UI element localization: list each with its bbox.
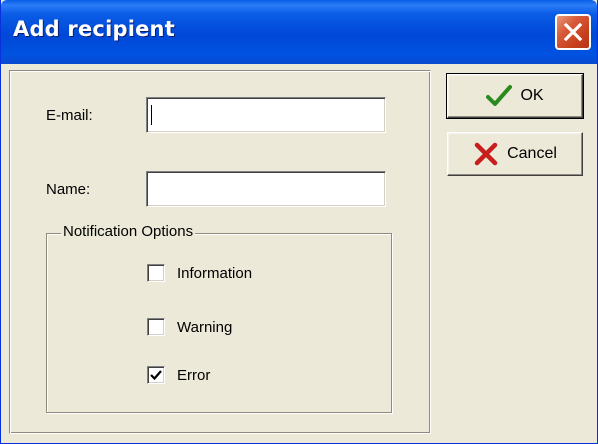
cancel-label: Cancel xyxy=(507,145,557,162)
recipient-panel: E-mail: Name: Notification Options Infor… xyxy=(9,70,431,434)
checkbox-warning[interactable]: Warning xyxy=(147,318,232,336)
ok-button[interactable]: OK xyxy=(446,73,584,119)
check-mark-icon xyxy=(150,370,162,381)
cancel-button[interactable]: Cancel xyxy=(447,132,583,176)
window-title: Add recipient xyxy=(13,17,175,41)
ok-label: OK xyxy=(520,87,544,104)
checkmark-icon xyxy=(486,85,513,106)
title-bar[interactable]: Add recipient xyxy=(1,0,597,64)
checkbox-error[interactable]: Error xyxy=(147,366,210,384)
text-caret xyxy=(151,105,152,125)
name-label: Name: xyxy=(46,181,91,198)
notification-options-group: Notification Options Information Warning xyxy=(46,223,392,413)
email-field[interactable] xyxy=(146,97,386,133)
checkbox-label: Warning xyxy=(177,318,233,336)
checkbox-information[interactable]: Information xyxy=(147,264,252,282)
checkbox-label: Information xyxy=(177,264,253,282)
checkbox-box[interactable] xyxy=(147,264,165,282)
email-label: E-mail: xyxy=(46,107,93,124)
name-field[interactable] xyxy=(146,171,386,207)
dialog-body: E-mail: Name: Notification Options Infor… xyxy=(1,64,597,443)
checkbox-box[interactable] xyxy=(147,366,165,384)
checkbox-label: Error xyxy=(177,366,211,384)
dialog-window: Add recipient E-mail: Name: Notification… xyxy=(0,0,598,444)
checkbox-box[interactable] xyxy=(147,318,165,336)
close-icon xyxy=(563,22,583,42)
x-icon xyxy=(474,142,498,166)
close-button[interactable] xyxy=(555,14,591,50)
group-title: Notification Options xyxy=(61,223,196,240)
